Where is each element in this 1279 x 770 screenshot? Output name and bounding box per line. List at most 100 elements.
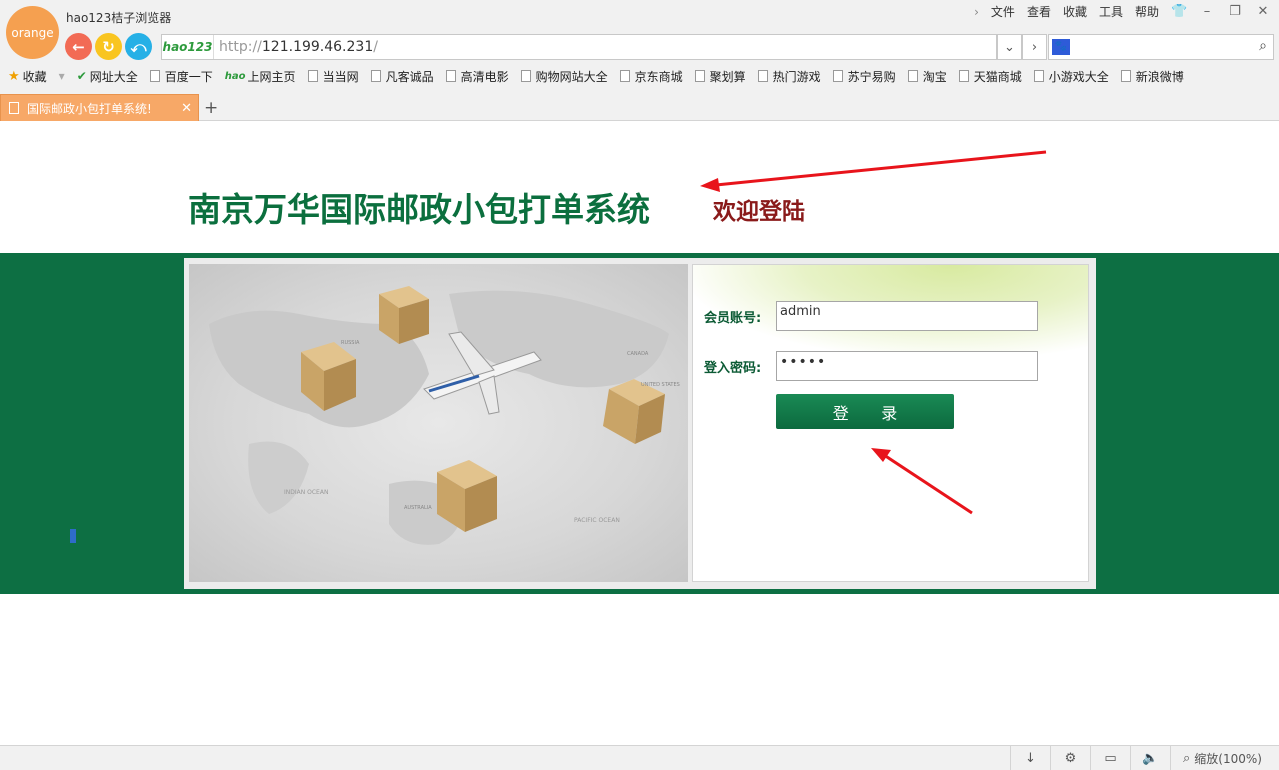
bookmark-item[interactable]: ✔ 网址大全 — [77, 68, 138, 85]
map-label: PACIFIC OCEAN — [574, 517, 620, 524]
bookmark-label: 天猫商城 — [973, 69, 1022, 84]
refresh-button[interactable]: ↻ — [95, 33, 122, 60]
tab-bar: 国际邮政小包打单系统! ✕ + — [0, 93, 1279, 121]
bookmark-item[interactable]: 购物网站大全 — [520, 68, 608, 85]
speaker-icon[interactable]: 🔈 — [1130, 746, 1170, 770]
bookmark-item[interactable]: 天猫商城 — [958, 68, 1022, 85]
bookmark-item[interactable]: 凡客诚品 — [370, 68, 434, 85]
bookmark-label: 上网主页 — [247, 69, 296, 84]
screen-icon[interactable]: ▭ — [1090, 746, 1130, 770]
page-icon — [149, 70, 160, 82]
bookmark-label: 网址大全 — [89, 69, 138, 84]
url-host: 121.199.46.231 — [261, 39, 374, 55]
logo-text: orange — [11, 25, 54, 40]
page-icon — [1033, 70, 1044, 82]
paw-icon[interactable]: 🐾 — [1052, 39, 1070, 55]
address-dropdown-button[interactable]: ⌄ — [997, 34, 1022, 60]
new-tab-button[interactable]: + — [204, 98, 218, 118]
address-bar[interactable]: hao123 http://121.199.46.231/ — [161, 34, 997, 60]
menu-arrow-icon[interactable]: › — [974, 5, 979, 19]
bookmark-label: 当当网 — [322, 69, 359, 84]
back-icon: ← — [72, 37, 85, 56]
chevron-down-icon[interactable]: ▾ — [59, 69, 65, 83]
zoom-label: 缩放(100%) — [1194, 751, 1262, 766]
text-cursor-marker — [70, 529, 76, 543]
menu-file[interactable]: 文件 — [991, 3, 1015, 20]
url-prefix: http:// — [219, 39, 262, 55]
bookmark-item[interactable]: 苏宁易购 — [832, 68, 896, 85]
back-button[interactable]: ← — [65, 33, 92, 60]
url-suffix: / — [373, 39, 378, 55]
bookmark-item[interactable]: 京东商城 — [619, 68, 683, 85]
download-icon[interactable]: ↓ — [1010, 746, 1050, 770]
page-icon — [370, 70, 381, 82]
restore-icon[interactable]: ❐ — [1227, 4, 1243, 19]
map-illustration: RUSSIA CANADA UNITED STATES AUSTRALIA IN… — [209, 286, 680, 545]
map-label: UNITED STATES — [641, 382, 680, 388]
bookmark-label: 凡客诚品 — [385, 69, 434, 84]
bookmark-item[interactable]: 热门游戏 — [757, 68, 821, 85]
menu-view[interactable]: 查看 — [1027, 3, 1051, 20]
star-icon: ★ — [8, 68, 20, 84]
bookmark-item[interactable]: 高清电影 — [445, 68, 509, 85]
refresh-icon: ↻ — [102, 37, 115, 56]
browser-logo[interactable]: orange — [6, 6, 59, 59]
close-icon[interactable]: ✕ — [1255, 4, 1271, 19]
page-icon — [445, 70, 456, 82]
bookmark-item[interactable]: 聚划算 — [694, 68, 746, 85]
menu-tools[interactable]: 工具 — [1099, 3, 1123, 20]
site-logo: hao123 — [162, 35, 214, 59]
bookmark-favorites[interactable]: ★ 收藏 ▾ — [8, 68, 65, 85]
bookmarks-bar: ★ 收藏 ▾ ✔ 网址大全 百度一下 hao 上网主页 当当网 凡客诚品 高清电影 购物… — [0, 64, 1279, 88]
bookmark-item[interactable]: 淘宝 — [907, 68, 947, 85]
account-input[interactable]: admin — [776, 301, 1038, 331]
bookmark-label: 小游戏大全 — [1048, 69, 1109, 84]
bookmark-item[interactable]: 小游戏大全 — [1033, 68, 1109, 85]
bookmark-label: 高清电影 — [460, 69, 509, 84]
bookmark-label: 聚划算 — [709, 69, 746, 84]
minimize-icon[interactable]: – — [1199, 4, 1215, 19]
tab-active[interactable]: 国际邮政小包打单系统! ✕ — [0, 94, 199, 121]
page-icon — [619, 70, 630, 82]
bookmark-label: 苏宁易购 — [847, 69, 896, 84]
bookmark-item[interactable]: 当当网 — [307, 68, 359, 85]
parcel-box — [603, 379, 665, 444]
search-icon[interactable]: ⌕ — [1259, 38, 1267, 54]
login-panel: 会员账号: admin 登入密码: ••••• 登 录 — [692, 264, 1089, 582]
map-label: RUSSIA — [341, 340, 360, 346]
home-button[interactable]: ⤺ — [125, 33, 152, 60]
password-input[interactable]: ••••• — [776, 351, 1038, 381]
app-title: hao123桔子浏览器 — [66, 11, 172, 25]
go-button[interactable]: › — [1022, 34, 1047, 60]
address-url[interactable]: http://121.199.46.231/ — [214, 39, 378, 55]
map-label: CANADA — [627, 351, 649, 357]
world-map-image: RUSSIA CANADA UNITED STATES AUSTRALIA IN… — [189, 264, 688, 582]
chevron-right-icon: › — [1031, 39, 1038, 55]
bookmark-item[interactable]: hao 上网主页 — [225, 68, 296, 85]
bookmark-label: 购物网站大全 — [535, 69, 608, 84]
menu-favorites[interactable]: 收藏 — [1063, 3, 1087, 20]
page-icon — [907, 70, 918, 82]
password-label: 登入密码: — [704, 361, 762, 376]
hao-icon: hao — [224, 70, 246, 82]
tab-close-icon[interactable]: ✕ — [181, 101, 192, 116]
login-button[interactable]: 登 录 — [776, 394, 954, 429]
continent-shape — [248, 441, 309, 514]
bookmark-label: 热门游戏 — [772, 69, 821, 84]
shirt-icon[interactable]: 👕 — [1171, 4, 1187, 19]
bookmark-label: 收藏 — [22, 69, 47, 84]
bookmark-item[interactable]: 百度一下 — [149, 68, 213, 85]
page-title: 南京万华国际邮政小包打单系统 — [188, 190, 650, 229]
bookmark-item[interactable]: 新浪微博 — [1120, 68, 1184, 85]
account-label: 会员账号: — [704, 311, 762, 326]
menu-help[interactable]: 帮助 — [1135, 3, 1159, 20]
gear-icon[interactable]: ⚙ — [1050, 746, 1090, 770]
tab-label: 国际邮政小包打单系统! — [27, 101, 152, 116]
zoom-control[interactable]: ⌕ 缩放(100%) — [1170, 746, 1279, 770]
map-label: AUSTRALIA — [404, 505, 432, 511]
page-icon — [832, 70, 843, 82]
page-icon — [694, 70, 705, 82]
chevron-down-icon: ⌄ — [1004, 39, 1015, 55]
page-icon — [9, 102, 19, 114]
search-box[interactable]: 🐾 ⌕ — [1048, 34, 1274, 60]
